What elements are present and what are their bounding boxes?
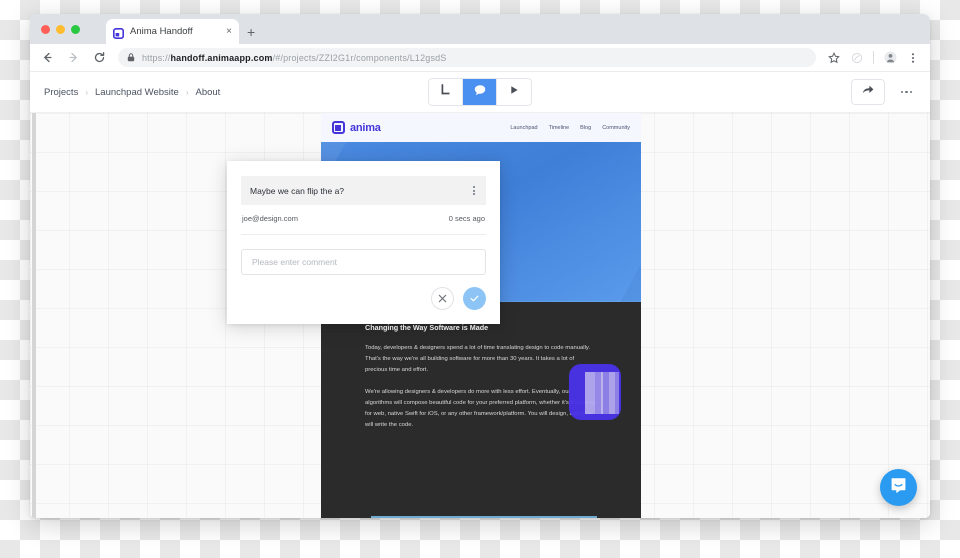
mockup-sky-photo (371, 516, 597, 518)
browser-window: Anima Handoff × + https://handoff.animaa… (30, 14, 930, 518)
ellipsis-dot (905, 90, 908, 94)
address-bar-url: https://handoff.animaapp.com/#/projects/… (142, 52, 447, 63)
browser-menu-button[interactable] (906, 51, 920, 65)
browser-tab-title: Anima Handoff (130, 26, 193, 37)
mockup-dark-section: Changing the Way Software is Made Today,… (321, 302, 641, 502)
comment-message-text: Maybe we can flip the a? (250, 185, 345, 196)
breadcrumb-separator: › (185, 87, 189, 97)
comment-meta: joe@design.com 0 secs ago (241, 205, 486, 223)
ellipsis-dot (900, 90, 903, 94)
anima-logo-icon (332, 121, 345, 134)
breadcrumb-item-about[interactable]: About (195, 87, 220, 98)
browser-toolbar-actions (827, 51, 920, 65)
extension-icon[interactable] (850, 51, 864, 65)
dark-section-paragraph: Today, developers & designers spend a lo… (365, 345, 591, 373)
play-tool-button[interactable] (497, 79, 531, 105)
check-icon (470, 295, 479, 302)
new-tab-button[interactable]: + (247, 25, 255, 39)
confirm-comment-button[interactable] (463, 287, 486, 310)
comment-tool-button[interactable] (463, 79, 497, 105)
comment-bubble-icon (473, 83, 487, 102)
close-window-button[interactable] (41, 25, 50, 34)
maximize-window-button[interactable] (71, 25, 80, 34)
minimize-window-button[interactable] (56, 25, 65, 34)
anima-logo-icon (113, 26, 124, 39)
lock-icon (127, 53, 135, 62)
kebab-menu-icon[interactable] (471, 184, 477, 197)
mockup-logo: anima (332, 121, 381, 134)
comment-divider (241, 234, 486, 235)
comment-input[interactable] (241, 249, 486, 275)
browser-tab[interactable]: Anima Handoff × (106, 19, 239, 44)
header-actions (850, 79, 917, 105)
mockup-nav-links: Launchpad Timeline Blog Community (510, 125, 630, 131)
close-icon (438, 294, 447, 303)
cancel-comment-button[interactable] (431, 287, 454, 310)
mockup-nav-community[interactable]: Community (602, 125, 630, 131)
browser-tab-strip: Anima Handoff × + (30, 14, 930, 44)
share-arrow-icon (861, 83, 875, 101)
comment-author: joe@design.com (242, 214, 298, 223)
dark-section-title: Changing the Way Software is Made (365, 323, 489, 332)
ellipsis-dot (909, 90, 912, 94)
browser-toolbar: https://handoff.animaapp.com/#/projects/… (30, 44, 930, 72)
mockup-nav-timeline[interactable]: Timeline (549, 125, 570, 131)
share-button[interactable] (850, 79, 885, 105)
window-traffic-lights (41, 25, 80, 34)
mockup-navbar: anima Launchpad Timeline Blog Community (321, 113, 641, 142)
comment-popup: Maybe we can flip the a? joe@design.com … (227, 161, 500, 324)
kebab-dot (473, 193, 475, 195)
breadcrumb-separator: › (85, 87, 88, 97)
comment-actions (241, 287, 486, 310)
design-canvas[interactable]: anima Launchpad Timeline Blog Community … (30, 112, 930, 518)
mockup-nav-launchpad[interactable]: Launchpad (510, 125, 537, 131)
play-triangle-icon (508, 83, 520, 101)
dark-section-paragraph: We're allowing designers & developers do… (365, 388, 596, 428)
mockup-logo-text: anima (350, 121, 381, 134)
address-bar[interactable]: https://handoff.animaapp.com/#/projects/… (118, 48, 816, 67)
kebab-dot (473, 186, 475, 188)
canvas-scrollbar[interactable] (32, 113, 36, 518)
toolbar-divider (873, 51, 874, 64)
measure-tool-button[interactable] (429, 79, 463, 105)
comment-timestamp: 0 secs ago (448, 214, 485, 223)
reload-button[interactable] (92, 50, 107, 65)
comment-header: Maybe we can flip the a? (241, 176, 486, 205)
forward-button[interactable] (66, 50, 81, 65)
kebab-dot (473, 189, 475, 192)
ruler-corner-icon (439, 83, 452, 101)
decorative-code-graphic (569, 364, 641, 420)
tool-group (428, 78, 532, 106)
chat-launcher-button[interactable] (880, 469, 917, 506)
more-options-button[interactable] (897, 87, 917, 98)
breadcrumb-item-launchpad-website[interactable]: Launchpad Website (95, 87, 179, 98)
back-button[interactable] (40, 50, 55, 65)
app-header: Projects › Launchpad Website › About (30, 72, 930, 112)
star-icon[interactable] (827, 51, 841, 65)
mockup-nav-blog[interactable]: Blog (580, 125, 591, 131)
profile-avatar-icon[interactable] (883, 51, 897, 65)
intercom-chat-icon (889, 476, 908, 500)
close-tab-button[interactable]: × (226, 26, 232, 37)
breadcrumb-item-projects[interactable]: Projects (44, 87, 78, 98)
breadcrumb: Projects › Launchpad Website › About (44, 87, 220, 98)
